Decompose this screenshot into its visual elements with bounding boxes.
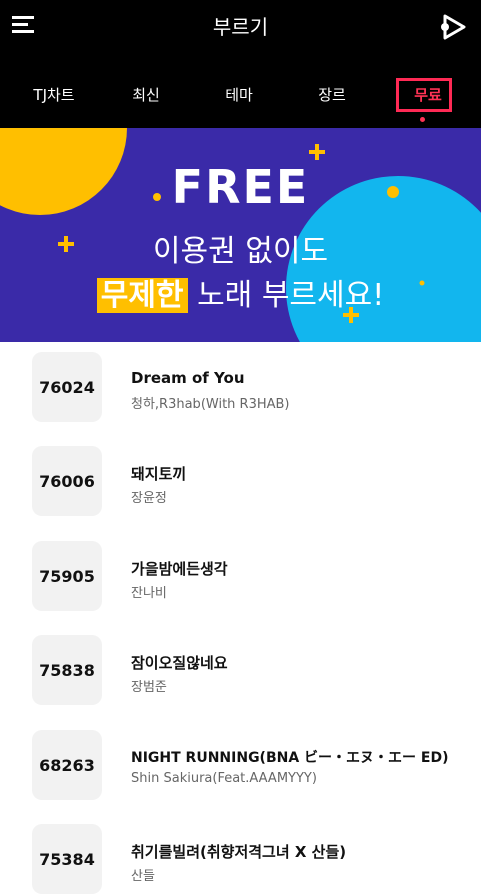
banner-subtitle: 이용권 없이도 xyxy=(152,234,329,269)
song-title: 돼지토끼 xyxy=(131,465,187,483)
tab-theme[interactable]: 테마 xyxy=(191,78,287,114)
tab-label: 테마 xyxy=(225,86,253,104)
song-row[interactable]: 76024 Dream of You 청하,R3hab(With R3HAB) xyxy=(0,342,481,436)
tab-genre[interactable]: 장르 xyxy=(284,78,380,114)
tab-label: 최신 xyxy=(132,86,160,104)
tab-free[interactable]: 무료 xyxy=(380,78,476,114)
song-number: 76006 xyxy=(32,446,102,516)
tab-tj-chart[interactable]: TJ차트 xyxy=(6,78,102,114)
active-tab-indicator xyxy=(420,117,425,122)
song-number: 68263 xyxy=(32,730,102,800)
song-row[interactable]: 76006 돼지토끼 장윤정 xyxy=(0,436,481,530)
song-artist: 청하,R3hab(With R3HAB) xyxy=(131,397,290,412)
page-title: 부르기 xyxy=(212,15,269,39)
song-row[interactable]: 68263 NIGHT RUNNING(BNA ビー・エヌ・エー ED) Shi… xyxy=(0,720,481,814)
active-tab-highlight xyxy=(396,78,452,112)
song-row[interactable]: 75384 취기를빌려(취향저격그녀 X 산들) 산들 xyxy=(0,814,481,895)
banner-highlight: 무제한 xyxy=(96,278,188,313)
free-banner[interactable]: FREE 이용권 없이도 무제한 노래 부르세요! xyxy=(0,128,481,342)
banner-title: FREE xyxy=(171,160,310,214)
tab-latest[interactable]: 최신 xyxy=(98,78,194,114)
tab-label: 장르 xyxy=(318,86,346,104)
song-title: 가을밤에든생각 xyxy=(131,560,228,578)
song-title: 취기를빌려(취향저격그녀 X 산들) xyxy=(131,843,347,861)
category-tabs: TJ차트 최신 테마 장르 무료 xyxy=(0,78,481,118)
song-number: 75384 xyxy=(32,824,102,894)
song-number: 76024 xyxy=(32,352,102,422)
song-row[interactable]: 75905 가을밤에든생각 잔나비 xyxy=(0,531,481,625)
song-artist: 장범준 xyxy=(131,680,167,695)
song-number: 75905 xyxy=(32,541,102,611)
tab-label: TJ차트 xyxy=(33,86,75,104)
play-icon[interactable] xyxy=(440,13,468,41)
song-artist: 장윤정 xyxy=(131,491,167,506)
song-artist: Shin Sakiura(Feat.AAAMYYY) xyxy=(131,771,317,786)
song-title: 잠이오질않네요 xyxy=(131,654,228,672)
song-artist: 산들 xyxy=(131,869,155,884)
song-title: NIGHT RUNNING(BNA ビー・エヌ・エー ED) xyxy=(131,750,449,766)
song-title: Dream of You xyxy=(131,369,245,387)
song-row[interactable]: 75838 잠이오질않네요 장범준 xyxy=(0,625,481,719)
song-artist: 잔나비 xyxy=(131,586,167,601)
banner-tagline: 무제한 노래 부르세요! xyxy=(0,270,481,314)
top-bar: 부르기 TJ차트 최신 테마 장르 무료 xyxy=(0,0,481,128)
banner-tagline-text: 노래 부르세요! xyxy=(187,278,385,313)
song-number: 75838 xyxy=(32,635,102,705)
